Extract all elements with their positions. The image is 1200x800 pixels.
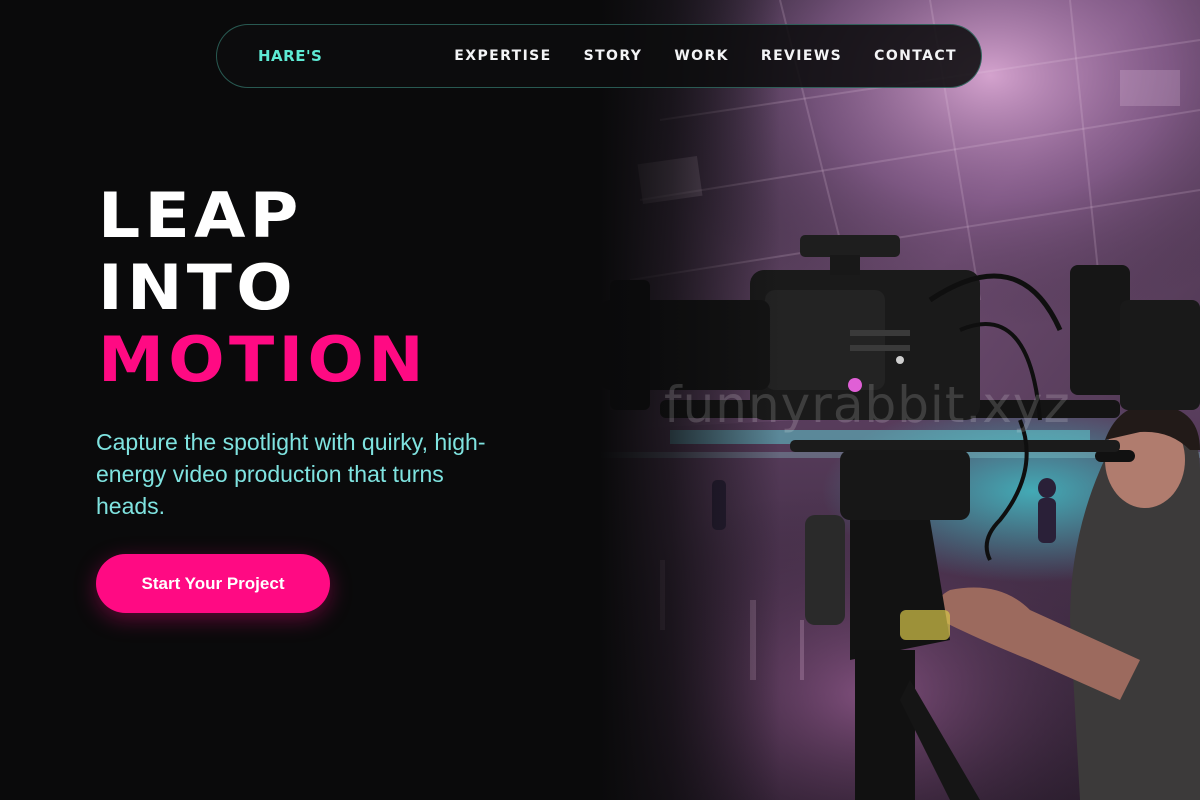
hero-headline: LEAP INTO MOTION [98,180,428,396]
nav-link-story[interactable]: STORY [584,48,643,64]
nav-links: EXPERTISE STORY WORK REVIEWS CONTACT [454,48,957,64]
hero-tagline: Capture the spotlight with quirky, high-… [96,429,486,519]
start-project-button[interactable]: Start Your Project [96,554,330,613]
top-navbar: HARE'S EXPERTISE STORY WORK REVIEWS CONT… [216,24,982,88]
headline-line-1: LEAP [98,179,303,252]
watermark-text: funnyrabbit.xyz [664,376,1071,434]
nav-link-contact[interactable]: CONTACT [874,48,957,64]
landing-page: funnyrabbit.xyz HARE'S EXPERTISE STORY W… [0,0,1200,800]
nav-link-expertise[interactable]: EXPERTISE [454,48,551,64]
nav-link-work[interactable]: WORK [674,48,729,64]
headline-line-2: INTO [98,251,297,324]
brand-logo[interactable]: HARE'S [258,47,322,65]
headline-line-3: MOTION [98,323,428,396]
nav-link-reviews[interactable]: REVIEWS [761,48,842,64]
